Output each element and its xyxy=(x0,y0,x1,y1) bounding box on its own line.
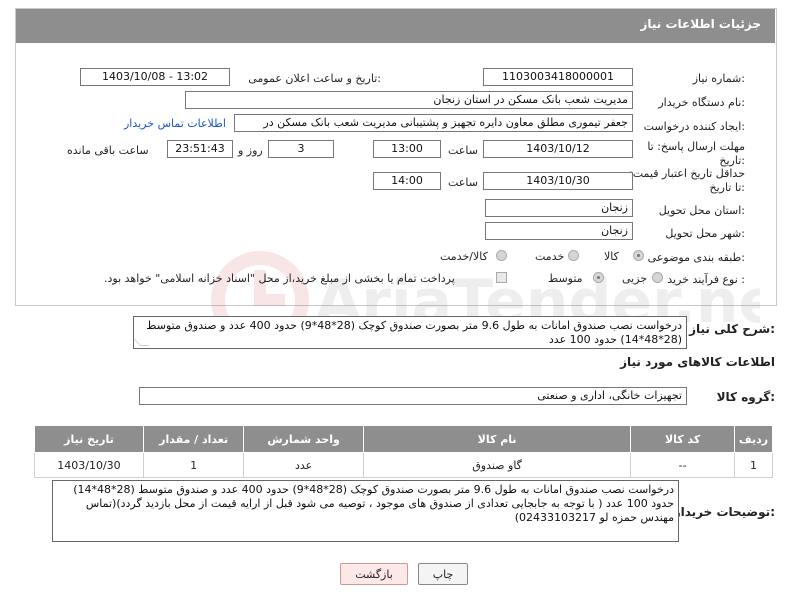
panel-header: جزئیات اطلاعات نیاز xyxy=(16,9,775,43)
days-field: 3 xyxy=(268,140,334,158)
cell-code: -- xyxy=(630,452,735,478)
deadline-label: مهلت ارسال پاسخ: تا تاریخ: xyxy=(647,140,745,167)
deadline-time-label: ساعت xyxy=(448,144,478,157)
cell-qty: 1 xyxy=(142,452,245,478)
remaining-time-field: 23:51:43 xyxy=(167,140,233,158)
buyer-field: مدیریت شعب بانک مسکن در استان زنجان xyxy=(185,91,633,109)
summary-textarea[interactable]: درخواست نصب صندوق امانات به طول 9.6 متر … xyxy=(133,316,687,349)
need-number-field: 1103003418000001 xyxy=(483,68,633,86)
goods-table: ردیف کد کالا نام کالا واحد شمارش تعداد /… xyxy=(34,425,774,478)
table-row: 1 -- گاو صندوق عدد 1 1403/10/30 xyxy=(34,452,774,478)
summary-label: شرح کلی نیاز: xyxy=(689,322,775,336)
province-field: زنجان xyxy=(485,199,633,217)
days-label: روز و xyxy=(238,144,263,157)
payment-note: پرداخت تمام یا بخشی از مبلغ خرید،از محل … xyxy=(104,272,455,285)
buyer-label: نام دستگاه خریدار: xyxy=(658,96,745,109)
deadline-date-field: 1403/10/12 xyxy=(483,140,633,158)
category-label: طبقه بندی موضوعی: xyxy=(647,251,745,264)
col-row: ردیف xyxy=(733,425,774,453)
panel-title: جزئیات اطلاعات نیاز xyxy=(640,17,761,31)
buyer-notes-label: توضیحات خریدار: xyxy=(673,505,775,519)
cell-name: گاو صندوق xyxy=(362,452,632,478)
cell-unit: عدد xyxy=(243,452,364,478)
goods-group-field: تجهیزات خانگی، اداری و صنعتی xyxy=(139,387,687,405)
buyer-notes-text: درخواست نصب صندوق امانات به طول 9.6 متر … xyxy=(73,483,674,524)
category-option-both: کالا/خدمت xyxy=(440,250,488,263)
print-button[interactable]: چاپ xyxy=(418,563,468,585)
announce-label: تاریخ و ساعت اعلان عمومی: xyxy=(248,72,381,85)
validity-label: حداقل تاریخ اعتبار قیمت: تا تاریخ: xyxy=(629,167,745,194)
buyer-notes-box: درخواست نصب صندوق امانات به طول 9.6 متر … xyxy=(52,480,679,542)
process-radio-minor[interactable] xyxy=(652,272,663,283)
goods-table-header: ردیف کد کالا نام کالا واحد شمارش تعداد /… xyxy=(34,425,774,453)
col-name: نام کالا xyxy=(362,425,632,453)
cell-row: 1 xyxy=(733,452,774,478)
col-unit: واحد شمارش xyxy=(243,425,364,453)
province-label: استان محل تحویل: xyxy=(658,204,745,217)
goods-info-title: اطلاعات کالاهای مورد نیاز xyxy=(620,355,775,369)
process-option-minor: جزیی xyxy=(622,272,648,285)
creator-field: جعفر تیموری مطلق معاون دایره تجهیز و پشت… xyxy=(234,114,633,132)
back-button[interactable]: بازگشت xyxy=(340,563,408,585)
category-option-goods: کالا xyxy=(604,250,619,263)
col-date: تاریخ نیاز xyxy=(34,425,144,453)
process-option-medium: متوسط xyxy=(548,272,583,285)
cell-date: 1403/10/30 xyxy=(34,452,144,478)
category-radio-both[interactable] xyxy=(496,250,507,261)
col-code: کد کالا xyxy=(630,425,735,453)
process-label: نوع فرآیند خرید : xyxy=(667,273,745,286)
buyer-contact-link[interactable]: اطلاعات تماس خریدار xyxy=(124,117,226,130)
summary-text: درخواست نصب صندوق امانات به طول 9.6 متر … xyxy=(146,319,682,346)
validity-time-label: ساعت xyxy=(448,176,478,189)
category-radio-goods[interactable] xyxy=(633,250,644,261)
process-radio-medium[interactable] xyxy=(593,272,604,283)
deadline-time-field: 13:00 xyxy=(373,140,441,158)
category-option-service: خدمت xyxy=(535,250,565,263)
need-number-label: شماره نیاز: xyxy=(692,72,745,85)
city-label: شهر محل تحویل: xyxy=(665,227,745,240)
validity-date-field: 1403/10/30 xyxy=(483,172,633,190)
validity-time-field: 14:00 xyxy=(373,172,441,190)
category-radio-service[interactable] xyxy=(568,250,579,261)
remaining-label: ساعت باقی مانده xyxy=(67,144,149,157)
resize-grip-icon[interactable] xyxy=(134,337,150,346)
creator-label: ایجاد کننده درخواست: xyxy=(643,120,745,133)
treasury-checkbox[interactable] xyxy=(496,272,507,283)
goods-group-label: گروه کالا: xyxy=(716,390,775,404)
announce-field: 1403/10/08 - 13:02 xyxy=(80,68,230,86)
city-field: زنجان xyxy=(485,222,633,240)
col-qty: تعداد / مقدار xyxy=(142,425,245,453)
